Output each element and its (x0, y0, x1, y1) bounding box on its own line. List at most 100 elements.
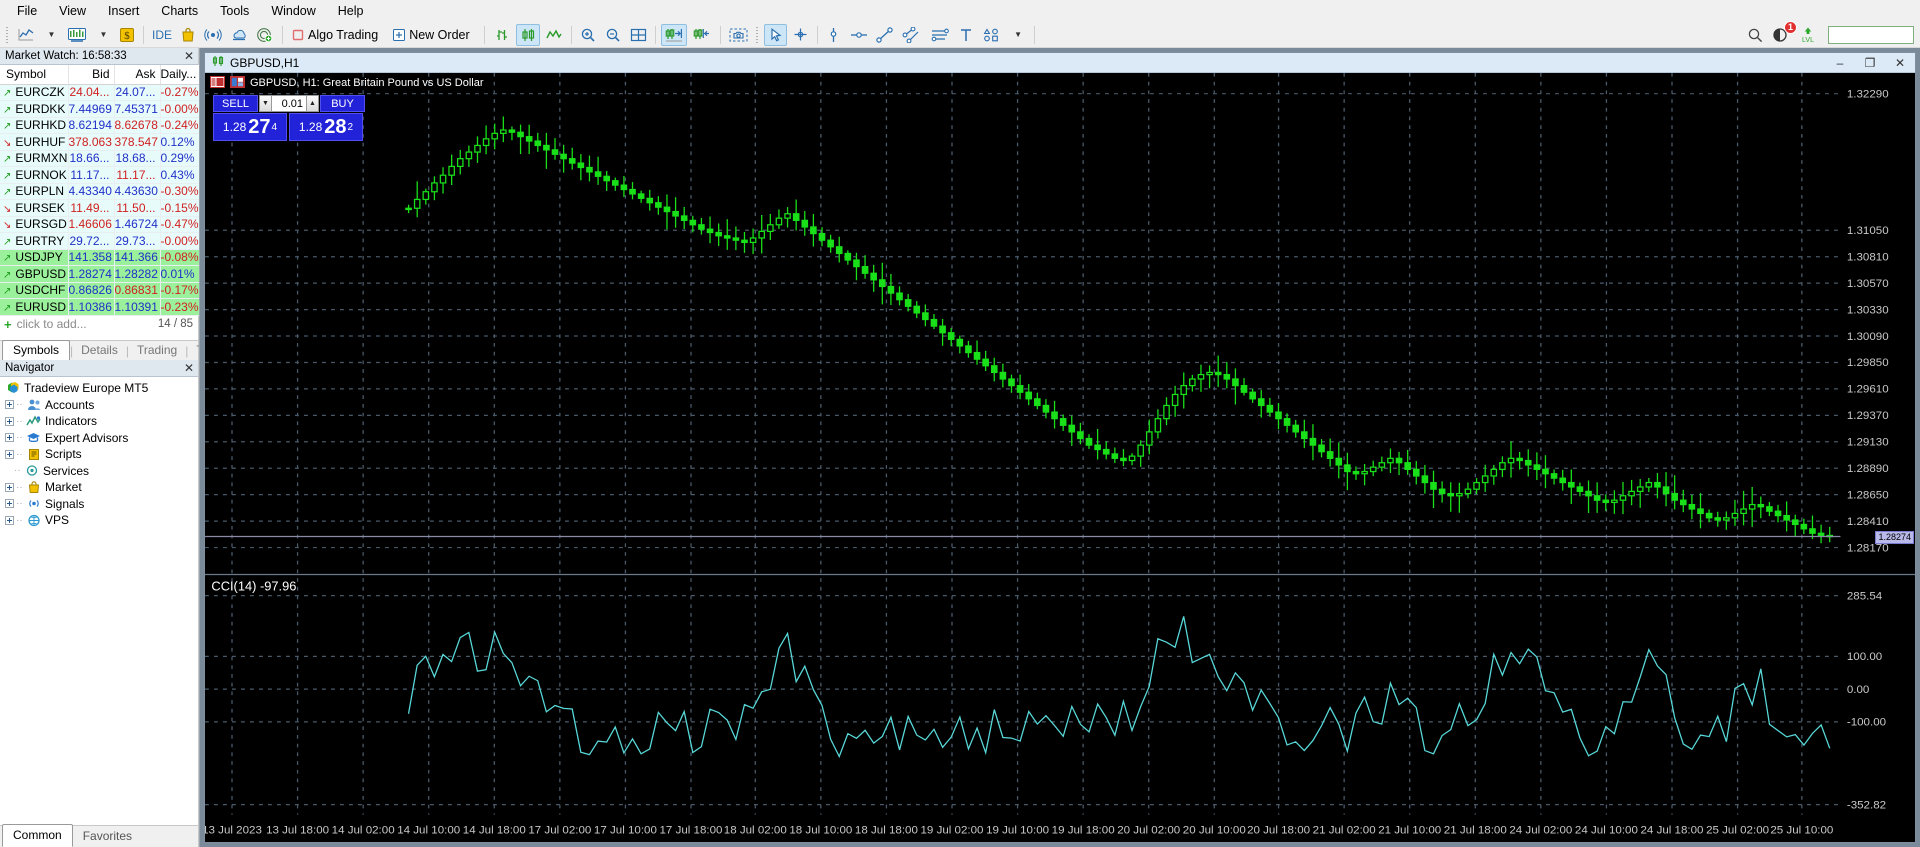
expand-icon[interactable] (5, 482, 14, 492)
sidebar-item-scripts[interactable]: ·· Scripts (0, 446, 198, 463)
sidebar-item-accounts[interactable]: ·· Accounts (0, 397, 198, 414)
navigator-close-icon[interactable]: ✕ (184, 361, 194, 375)
level-indicator-icon[interactable]: LVL (1795, 24, 1821, 46)
algo-trading-button[interactable]: Algo Trading (288, 24, 387, 46)
chart-window-titlebar[interactable]: GBPUSD,H1 – ❐ ✕ (205, 53, 1915, 73)
menu-item-view[interactable]: View (48, 1, 97, 21)
chart-type-line-icon[interactable] (14, 24, 38, 46)
cursor-icon[interactable] (763, 23, 787, 46)
chart-close-button[interactable]: ✕ (1885, 53, 1915, 73)
table-row[interactable]: ↗ EURHKD 8.62194 8.62678 -0.24% (0, 117, 200, 134)
chart-shift-icon[interactable] (689, 24, 715, 46)
sidebar-item-signals[interactable]: ·· Signals (0, 496, 198, 513)
table-row[interactable]: ↗ USDJPY 141.358 141.366 -0.08% (0, 249, 200, 266)
add-signal-icon[interactable] (253, 24, 277, 46)
signals-broadcast-icon[interactable] (201, 24, 225, 46)
tab-trading[interactable]: Trading (129, 341, 185, 360)
sell-price[interactable]: 1.28 27 4 (213, 113, 287, 141)
buy-price[interactable]: 1.28 28 2 (289, 113, 363, 141)
tab-details[interactable]: Details (73, 341, 126, 360)
menu-item-file[interactable]: File (6, 1, 48, 21)
menu-item-window[interactable]: Window (260, 1, 326, 21)
search-icon[interactable] (1744, 24, 1767, 46)
column-header-ask[interactable]: Ask (114, 65, 161, 85)
table-row[interactable]: ↗ EURUSD 1.10386 1.10391 -0.23% (0, 298, 200, 316)
tile-windows-icon[interactable] (627, 24, 650, 46)
menu-item-insert[interactable]: Insert (97, 1, 150, 21)
expand-icon[interactable] (5, 449, 14, 459)
table-row[interactable]: ↗ GBPUSD 1.28274 1.28282 0.01% (0, 265, 200, 283)
chart-properties-icon[interactable] (230, 76, 246, 89)
search-input[interactable] (1828, 25, 1914, 44)
zoom-in-icon[interactable] (577, 24, 600, 46)
notifications-icon[interactable]: 1 (1769, 20, 1797, 46)
menu-item-charts[interactable]: Charts (150, 1, 209, 21)
chart-minimize-button[interactable]: – (1825, 53, 1855, 73)
cloud-vps-icon[interactable] (227, 24, 251, 46)
market-watch-add-row[interactable]: + click to add... 14 / 85 (0, 315, 198, 333)
menu-item-tools[interactable]: Tools (209, 1, 260, 21)
column-header-bid[interactable]: Bid (68, 65, 115, 85)
toolbar-grip[interactable] (4, 24, 11, 45)
table-row[interactable]: ↗ EURMXN 18.66... 18.68... 0.29% (0, 150, 200, 167)
volume-increase-button[interactable]: ▲ (306, 95, 319, 112)
data-window-icon[interactable] (210, 76, 226, 89)
currency-icon[interactable]: $ (116, 24, 138, 46)
table-row[interactable]: ↘ EURSGD 1.46606 1.46724 -0.47% (0, 216, 200, 233)
sidebar-item-expert-advisors[interactable]: ·· Expert Advisors (0, 430, 198, 447)
table-row[interactable]: ↗ USDCHF 0.86826 0.86831 -0.17% (0, 282, 200, 299)
expand-icon[interactable] (5, 400, 14, 410)
trendline-icon[interactable] (873, 24, 897, 46)
crosshair-icon[interactable] (789, 24, 812, 46)
market-watch-close-icon[interactable]: ✕ (184, 49, 194, 63)
expand-icon[interactable] (5, 499, 14, 509)
tab-symbols[interactable]: Symbols (2, 340, 71, 360)
ide-button[interactable]: IDE (149, 24, 175, 46)
candlestick-chart-icon[interactable] (515, 23, 540, 46)
line-chart-icon[interactable] (542, 24, 566, 46)
sidebar-item-indicators[interactable]: ·· Indicators (0, 413, 198, 430)
screenshot-icon[interactable] (726, 24, 751, 46)
chart-maximize-button[interactable]: ❐ (1855, 53, 1885, 73)
expand-icon[interactable] (5, 416, 14, 426)
sidebar-item-services[interactable]: ·· Services (0, 463, 198, 480)
navigator-root-node[interactable]: Tradeview Europe MT5 (0, 380, 198, 397)
equidistant-channel-icon[interactable] (899, 24, 925, 46)
vertical-line-icon[interactable] (823, 24, 845, 46)
volume-input[interactable]: 0.01 (272, 95, 306, 112)
table-row[interactable]: ↘ EURSEK 11.49... 11.50... -0.15% (0, 199, 200, 217)
market-bag-icon[interactable] (177, 24, 199, 46)
chart-template-icon[interactable] (64, 24, 90, 46)
table-row[interactable]: ↘ EURHUF 378.063 378.547 0.12% (0, 133, 200, 151)
sidebar-item-vps[interactable]: ·· VPS (0, 512, 198, 529)
column-header-daily[interactable]: Daily... (160, 65, 200, 85)
sell-button[interactable]: SELL (213, 95, 258, 112)
toolbar-grip-2[interactable] (753, 24, 761, 45)
shapes-dropdown-icon[interactable]: ▼ (1007, 24, 1029, 46)
bar-chart-icon[interactable] (490, 24, 514, 46)
shapes-icon[interactable] (979, 24, 1005, 46)
sidebar-item-market[interactable]: ·· Market (0, 479, 198, 496)
menu-item-help[interactable]: Help (327, 1, 375, 21)
column-header-symbol[interactable]: Symbol (0, 65, 69, 85)
expand-icon[interactable] (5, 515, 14, 525)
table-row[interactable]: ↗ EURTRY 29.72... 29.73... -0.00% (0, 232, 200, 250)
table-row[interactable]: ↗ EURNOK 11.17... 11.17... 0.43% (0, 166, 200, 184)
zoom-out-icon[interactable] (602, 24, 625, 46)
table-row[interactable]: ↗ EURDKK 7.44969 7.45371 -0.00% (0, 100, 200, 118)
text-tool-icon[interactable] (955, 24, 977, 46)
table-row[interactable]: ↗ EURCZK 24.04... 24.07... -0.27% (0, 84, 200, 101)
chart-template-dropdown-icon[interactable]: ▼ (92, 24, 114, 46)
new-order-button[interactable]: New Order (389, 24, 478, 46)
expand-icon[interactable] (5, 433, 14, 443)
buy-button[interactable]: BUY (320, 95, 365, 112)
horizontal-line-icon[interactable] (847, 24, 871, 46)
volume-decrease-button[interactable]: ▼ (259, 95, 272, 112)
table-row[interactable]: ↗ EURPLN 4.43340 4.43630 -0.30% (0, 183, 200, 200)
chart-canvas[interactable]: 1.32290 1.31050 1.30810 1.30570 1.30330 1.300… (205, 73, 1915, 842)
auto-scroll-icon[interactable] (660, 23, 687, 46)
tab-favorites[interactable]: Favorites (73, 826, 142, 847)
tab-common[interactable]: Common (2, 824, 73, 847)
chart-type-dropdown-icon[interactable]: ▼ (40, 24, 62, 46)
fibonacci-retracement-icon[interactable] (927, 24, 953, 46)
